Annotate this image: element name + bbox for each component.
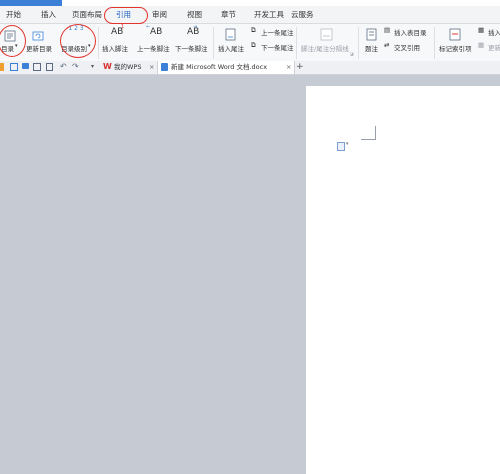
new-tab-button[interactable]: + (296, 62, 304, 73)
divider (296, 27, 297, 59)
update-index-icon[interactable]: ▦ (478, 41, 484, 49)
wps-logo-icon: W (103, 62, 112, 71)
mark-index-icon[interactable] (449, 26, 462, 41)
cross-ref-icon[interactable]: ⇄ (384, 41, 389, 49)
document-page[interactable]: ▾ (306, 86, 500, 474)
menu-view[interactable]: 视图 (187, 9, 202, 20)
tab-my-wps-close-icon[interactable]: × (149, 62, 154, 73)
highlight-circle-toc-level (60, 24, 96, 58)
highlight-circle-references (104, 7, 148, 24)
divider (358, 27, 359, 59)
customize-toolbar-icon[interactable]: ▾ (91, 63, 94, 70)
footnote-separator-icon (320, 26, 333, 41)
margin-corner-mark (361, 126, 376, 140)
prev-footnote-icon[interactable]: AB (150, 27, 162, 37)
insert-index-button[interactable]: 插入 (488, 27, 500, 37)
tab-document-label: 新建 Microsoft Word 文档.docx (171, 63, 268, 71)
menu-bar: 开始 插入 页面布局 引用 审阅 视图 章节 开发工具 云服务 (0, 6, 500, 24)
next-footnote-button[interactable]: 下一条脚注 (175, 43, 208, 53)
insert-footnote-button[interactable]: 插入脚注 (102, 43, 128, 53)
arrow-left-icon: ← (146, 24, 151, 30)
save-icon[interactable] (10, 63, 18, 71)
next-endnote-button[interactable]: 下一条尾注 (261, 42, 294, 52)
paste-options-icon[interactable] (337, 142, 345, 151)
open-folder-icon[interactable] (0, 63, 4, 71)
caption-button[interactable]: 题注 (365, 43, 378, 53)
print-preview-icon[interactable] (22, 63, 29, 69)
divider (434, 27, 435, 59)
divider (213, 27, 214, 59)
print-icon[interactable] (33, 63, 41, 71)
caption-icon[interactable] (366, 26, 377, 41)
word-doc-icon (161, 63, 168, 71)
footnote-separator-button: 脚注/尾注分隔线 (301, 45, 349, 53)
ribbon-references: 目录 ▾ 更新目录 1 2 3 目录级别 ▾ AB 1 插入脚注 AB ← 上一… (0, 24, 500, 62)
superscript-one: 1 (121, 24, 125, 30)
highlight-circle-toc (0, 25, 26, 57)
prev-endnote-button[interactable]: 上一条尾注 (261, 27, 294, 37)
tab-document-close-icon[interactable]: × (286, 62, 291, 73)
menu-page-layout[interactable]: 页面布局 (72, 9, 102, 20)
menu-cloud-service[interactable]: 云服务 (291, 9, 314, 20)
update-toc-button[interactable]: 更新目录 (26, 43, 52, 53)
mark-index-button[interactable]: 标记索引项 (439, 43, 472, 53)
dialog-launcher-icon[interactable]: ◪ (350, 51, 354, 56)
menu-section[interactable]: 章节 (221, 9, 236, 20)
insert-table-toc-button[interactable]: 插入表目录 (394, 27, 427, 37)
insert-index-icon[interactable]: ▦ (478, 26, 484, 34)
insert-table-toc-icon[interactable]: ▤ (384, 26, 390, 34)
insert-endnote-icon[interactable] (225, 26, 237, 41)
prev-footnote-button[interactable]: 上一条脚注 (137, 43, 170, 53)
chevron-down-icon[interactable]: ▾ (346, 141, 349, 147)
undo-icon[interactable]: ↶ (60, 62, 67, 71)
menu-home[interactable]: 开始 (6, 9, 21, 20)
menu-review[interactable]: 审阅 (152, 9, 167, 20)
next-endnote-icon[interactable]: ⧉ (251, 41, 256, 50)
tab-document[interactable]: 新建 Microsoft Word 文档.docx × (157, 61, 295, 74)
redo-icon[interactable]: ↷ (72, 62, 79, 71)
tab-bar: ↶ ↷ ▾ W 我的WPS × 新建 Microsoft Word 文档.doc… (0, 61, 500, 75)
cross-ref-button[interactable]: 交叉引用 (394, 42, 420, 52)
update-toc-icon[interactable] (32, 27, 44, 41)
divider (98, 27, 99, 59)
tab-my-wps[interactable]: 我的WPS (114, 62, 141, 73)
menu-insert[interactable]: 插入 (41, 9, 56, 20)
arrow-right-icon: → (193, 24, 198, 30)
insert-endnote-button[interactable]: 插入尾注 (218, 43, 244, 53)
menu-developer[interactable]: 开发工具 (254, 9, 284, 20)
prev-endnote-icon[interactable]: ⧉ (251, 26, 256, 35)
export-pdf-icon[interactable] (46, 63, 53, 71)
update-index-button[interactable]: 更新 (488, 42, 500, 52)
